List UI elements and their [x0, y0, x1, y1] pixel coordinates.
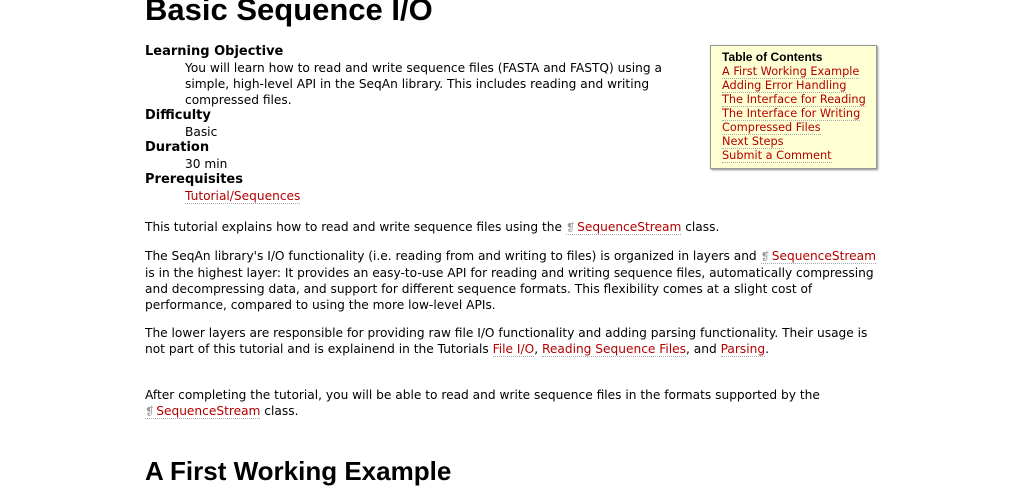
prereq-link[interactable]: Tutorial/Sequences	[185, 189, 301, 204]
toc-link[interactable]: A First Working Example	[722, 65, 860, 79]
text: class.	[681, 220, 720, 234]
table-of-contents: Table of Contents A First Working Exampl…	[710, 45, 877, 169]
text: .	[765, 342, 769, 356]
toc-link[interactable]: Adding Error Handling	[722, 79, 847, 93]
toc-link[interactable]: The Interface for Reading	[722, 93, 866, 107]
completion-paragraph: After completing the tutorial, you will …	[145, 387, 883, 420]
sequencestream-link[interactable]: ❡ SequenceStream	[565, 220, 682, 235]
toc-link[interactable]: Submit a Comment	[722, 149, 832, 163]
book-icon: ❡	[145, 405, 155, 418]
text: is in the highest layer: It provides an …	[145, 266, 874, 312]
link-text: SequenceStream	[577, 220, 682, 234]
lower-layers-paragraph: The lower layers are responsible for pro…	[145, 325, 883, 357]
text: This tutorial explains how to read and w…	[145, 220, 566, 234]
section-heading: A First Working Example	[145, 456, 452, 486]
text: After completing the tutorial, you will …	[145, 388, 820, 402]
book-icon: ❡	[760, 250, 770, 263]
duration-label: Duration	[145, 140, 210, 155]
text: ,	[534, 342, 542, 356]
page-title: Basic Sequence I/O	[145, 0, 433, 27]
file-io-link[interactable]: File I/O	[492, 342, 535, 357]
reading-sequence-files-link[interactable]: Reading Sequence Files	[541, 342, 687, 357]
objective-text: You will learn how to read and write seq…	[185, 61, 662, 107]
difficulty-value: Basic	[185, 125, 218, 139]
toc-link[interactable]: Next Steps	[722, 135, 784, 149]
link-text: SequenceStream	[771, 249, 876, 263]
text: class.	[260, 404, 299, 418]
toc-title: Table of Contents	[722, 50, 823, 64]
sequencestream-link[interactable]: ❡ SequenceStream	[145, 404, 261, 419]
parsing-link[interactable]: Parsing	[720, 342, 766, 357]
layers-paragraph: The SeqAn library's I/O functionality (i…	[145, 248, 883, 313]
book-icon: ❡	[565, 221, 576, 234]
objective-label: Learning Objective	[145, 44, 284, 59]
link-text: SequenceStream	[156, 404, 261, 418]
intro-paragraph: This tutorial explains how to read and w…	[145, 219, 883, 236]
sequencestream-link[interactable]: ❡ SequenceStream	[760, 249, 876, 264]
text: , and	[686, 342, 721, 356]
toc-link[interactable]: Compressed Files	[722, 121, 821, 135]
prereq-label: Prerequisites	[145, 172, 243, 187]
difficulty-label: Difficulty	[145, 108, 211, 123]
text: The SeqAn library's I/O functionality (i…	[145, 249, 761, 263]
tutorial-meta: Learning Objective You will learn how to…	[145, 44, 685, 204]
toc-link[interactable]: The Interface for Writing	[722, 107, 861, 121]
duration-value: 30 min	[185, 157, 228, 171]
